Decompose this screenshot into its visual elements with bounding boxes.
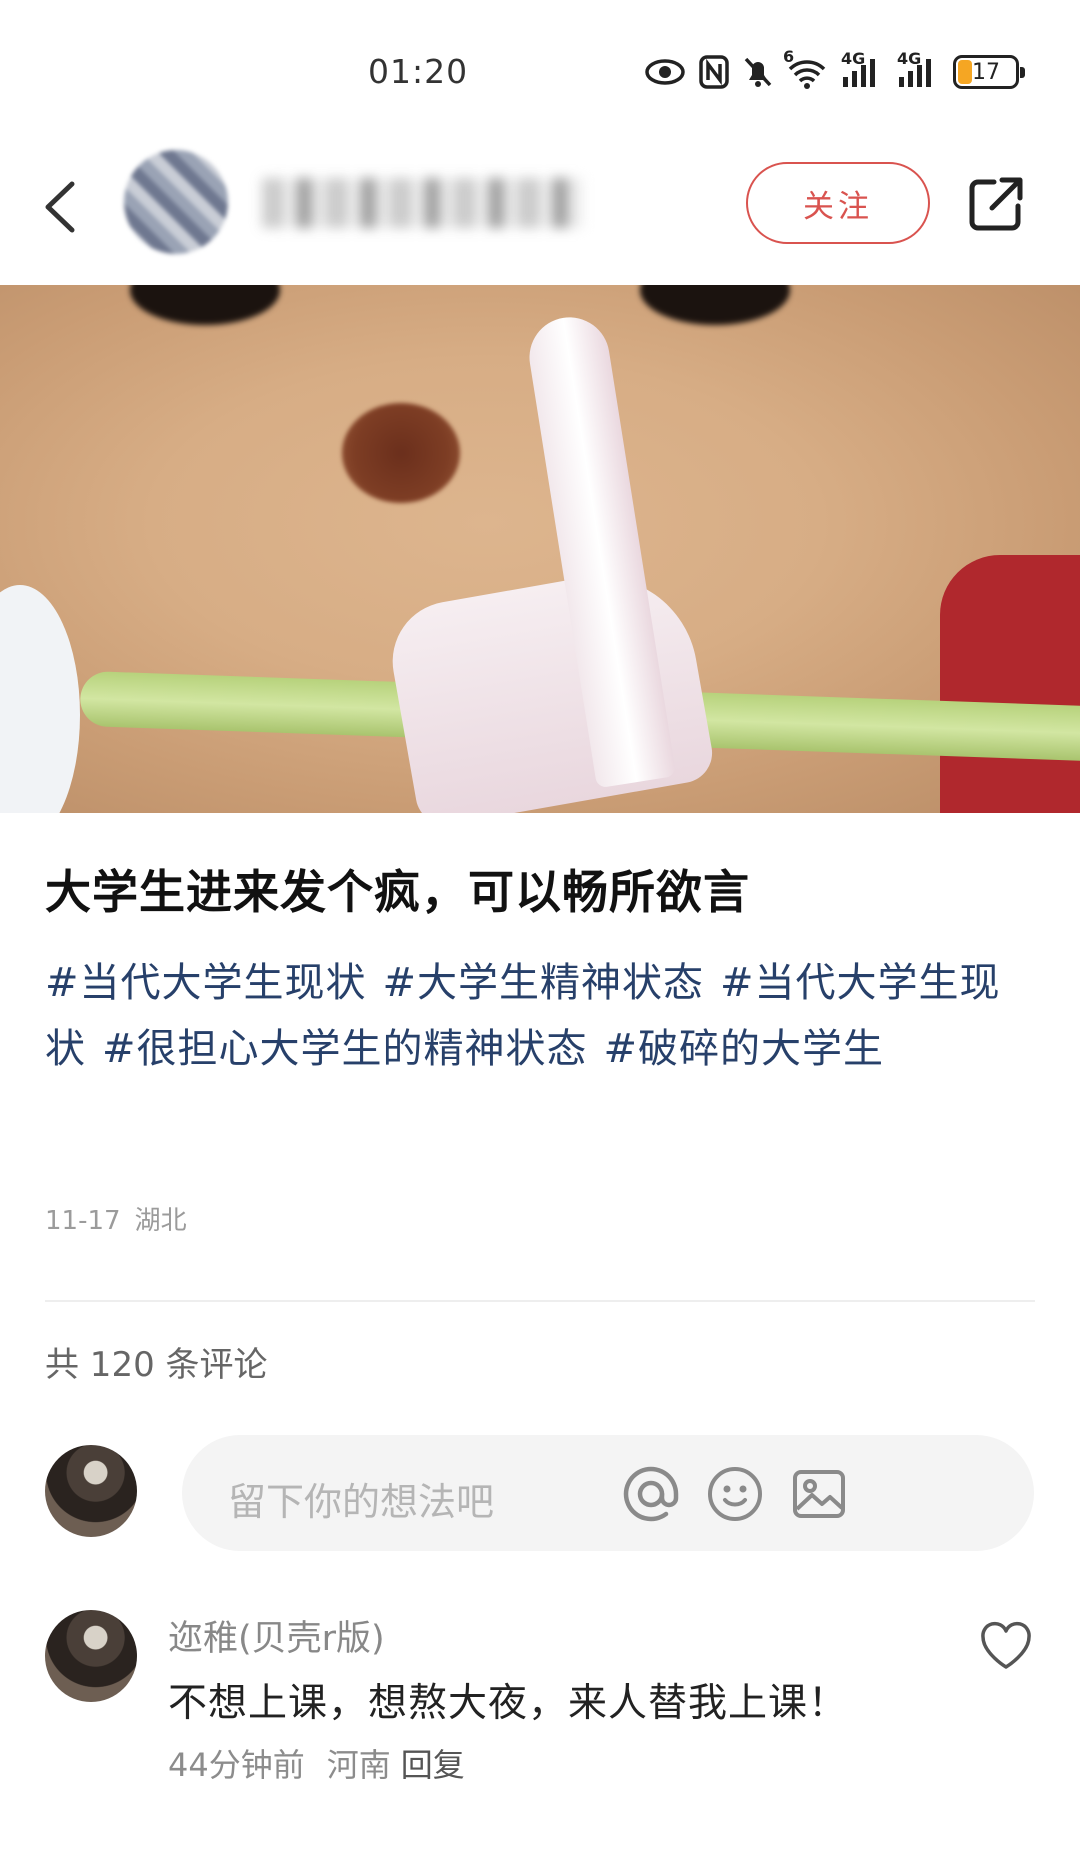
like-button[interactable]	[978, 1620, 1034, 1672]
eye-icon	[645, 58, 685, 86]
post-title: 大学生进来发个疯，可以畅所欲言	[45, 865, 750, 919]
hashtag-link[interactable]: #破碎的大学生	[604, 1026, 885, 1072]
image-white-area	[0, 585, 80, 813]
comment-meta: 44分钟前 河南 回复	[168, 1740, 487, 1786]
author-avatar[interactable]	[124, 150, 228, 254]
author-name-redacted[interactable]	[262, 178, 582, 228]
image-nose	[342, 403, 460, 503]
battery-level: 17	[972, 59, 1000, 85]
signal-4g-1-icon: 4G	[841, 49, 883, 89]
image-eye-left	[130, 285, 280, 325]
mute-icon	[743, 56, 773, 88]
comment-time: 44分钟前	[168, 1746, 305, 1784]
comment-location: 河南	[326, 1746, 391, 1784]
status-icons: 6 4G 4G 17	[645, 47, 1025, 94]
divider	[45, 1300, 1035, 1302]
comment-text: 不想上课，想熬大夜，来人替我上课！	[168, 1681, 849, 1726]
battery-icon: 17	[953, 55, 1025, 89]
heart-icon	[981, 1621, 1031, 1669]
my-avatar	[45, 1445, 137, 1537]
share-button[interactable]	[964, 174, 1026, 236]
hashtag-link[interactable]: #很担心大学生的精神状态	[102, 1026, 588, 1072]
emoji-icon[interactable]	[706, 1465, 764, 1523]
comment-count: 共 120 条评论	[45, 1345, 268, 1385]
net-label-2: 4G	[897, 49, 922, 68]
status-time: 01:20	[368, 52, 469, 91]
mention-icon[interactable]	[622, 1465, 680, 1523]
reply-button[interactable]: 回复	[401, 1746, 465, 1784]
post-image[interactable]	[0, 285, 1080, 813]
wifi-icon: 6	[783, 47, 827, 89]
back-button[interactable]	[36, 172, 86, 242]
wifi-badge: 6	[783, 47, 795, 66]
hashtag-link[interactable]: #当代大学生现状	[45, 960, 367, 1006]
comment-input[interactable]: 留下你的想法吧	[182, 1435, 1034, 1551]
hashtag-link[interactable]: #大学生精神状态	[383, 960, 705, 1006]
chevron-left-icon	[45, 181, 75, 233]
post-tags: #当代大学生现状 #大学生精神状态 #当代大学生现状 #很担心大学生的精神状态 #破碎的…	[45, 950, 1045, 1082]
image-eye-right	[640, 285, 790, 325]
post-location: 湖北	[134, 1206, 187, 1236]
share-icon	[969, 177, 1023, 231]
nfc-icon	[699, 55, 729, 89]
net-label-1: 4G	[841, 49, 866, 68]
post-header: 关注	[0, 130, 1080, 285]
post-date: 11-17	[45, 1206, 121, 1236]
commenter-name[interactable]: 迩稚(贝壳r版)	[168, 1610, 385, 1661]
follow-button[interactable]: 关注	[746, 162, 930, 244]
image-upload-icon[interactable]	[790, 1465, 848, 1523]
image-red-cloth	[940, 555, 1080, 813]
commenter-avatar[interactable]	[45, 1610, 137, 1702]
post-meta: 11-17 湖北	[45, 1200, 201, 1237]
status-bar: 01:20 6 4G 4G 17	[0, 0, 1080, 130]
battery-fill	[958, 60, 972, 84]
comment-input-placeholder: 留下你的想法吧	[228, 1480, 495, 1524]
signal-4g-2-icon: 4G	[897, 49, 939, 89]
